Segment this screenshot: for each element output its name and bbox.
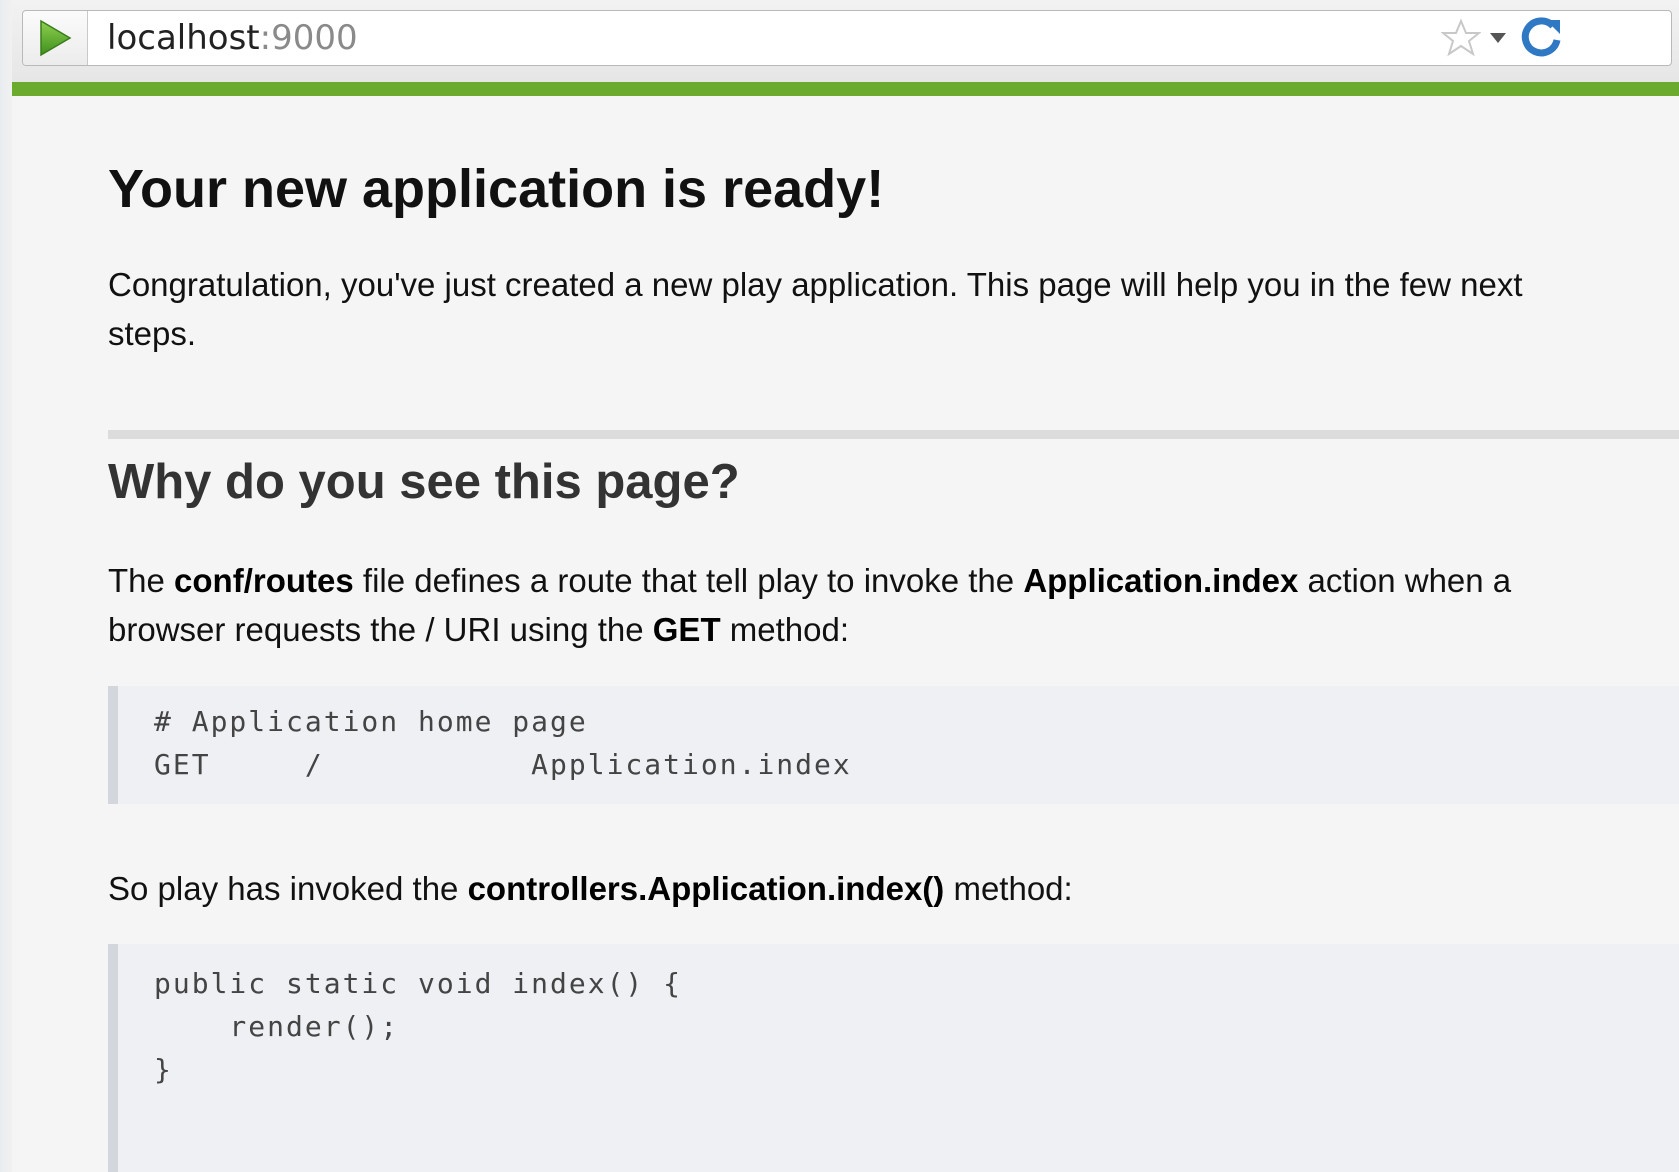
header-accent-bar <box>12 82 1679 96</box>
url-host: localhost <box>107 18 260 58</box>
http-method: GET <box>652 611 721 648</box>
window-edge <box>0 0 12 1172</box>
text-segment: file defines a route that tell play to i… <box>353 562 1024 599</box>
chevron-down-icon[interactable] <box>1489 31 1507 45</box>
routes-code-block: # Application home page GET / Applicatio… <box>108 686 1679 804</box>
intro-paragraph: Congratulation, you've just created a ne… <box>108 266 1523 352</box>
page-title: Your new application is ready! <box>108 159 885 219</box>
routes-paragraph: The conf/routes file defines a route tha… <box>108 556 1548 654</box>
play-icon <box>40 19 72 57</box>
site-favicon[interactable] <box>23 11 88 65</box>
url-text[interactable]: localhost:9000 <box>107 19 358 57</box>
controller-method-name: controllers.Application.index() <box>467 870 945 907</box>
reload-icon[interactable] <box>1519 16 1563 60</box>
text-segment: method: <box>944 870 1073 907</box>
controller-paragraph: So play has invoked the controllers.Appl… <box>108 864 1548 913</box>
page-body: Your new application is ready! Congratul… <box>12 96 1679 1172</box>
section-divider <box>108 430 1679 439</box>
browser-toolbar: localhost:9000 <box>12 0 1679 82</box>
star-icon[interactable] <box>1441 18 1481 58</box>
text-segment: So play has invoked the <box>108 870 468 907</box>
browser-window: localhost:9000 Your new application is r… <box>0 0 1679 1172</box>
controller-code-block: public static void index() { render(); } <box>108 944 1679 1172</box>
text-segment: method: <box>720 611 850 648</box>
address-bar[interactable]: localhost:9000 <box>22 10 1672 66</box>
section-title: Why do you see this page? <box>108 455 740 509</box>
url-port: :9000 <box>259 18 358 58</box>
action-name: Application.index <box>1023 562 1299 599</box>
text-segment: The <box>108 562 175 599</box>
routes-file-name: conf/routes <box>174 562 354 599</box>
